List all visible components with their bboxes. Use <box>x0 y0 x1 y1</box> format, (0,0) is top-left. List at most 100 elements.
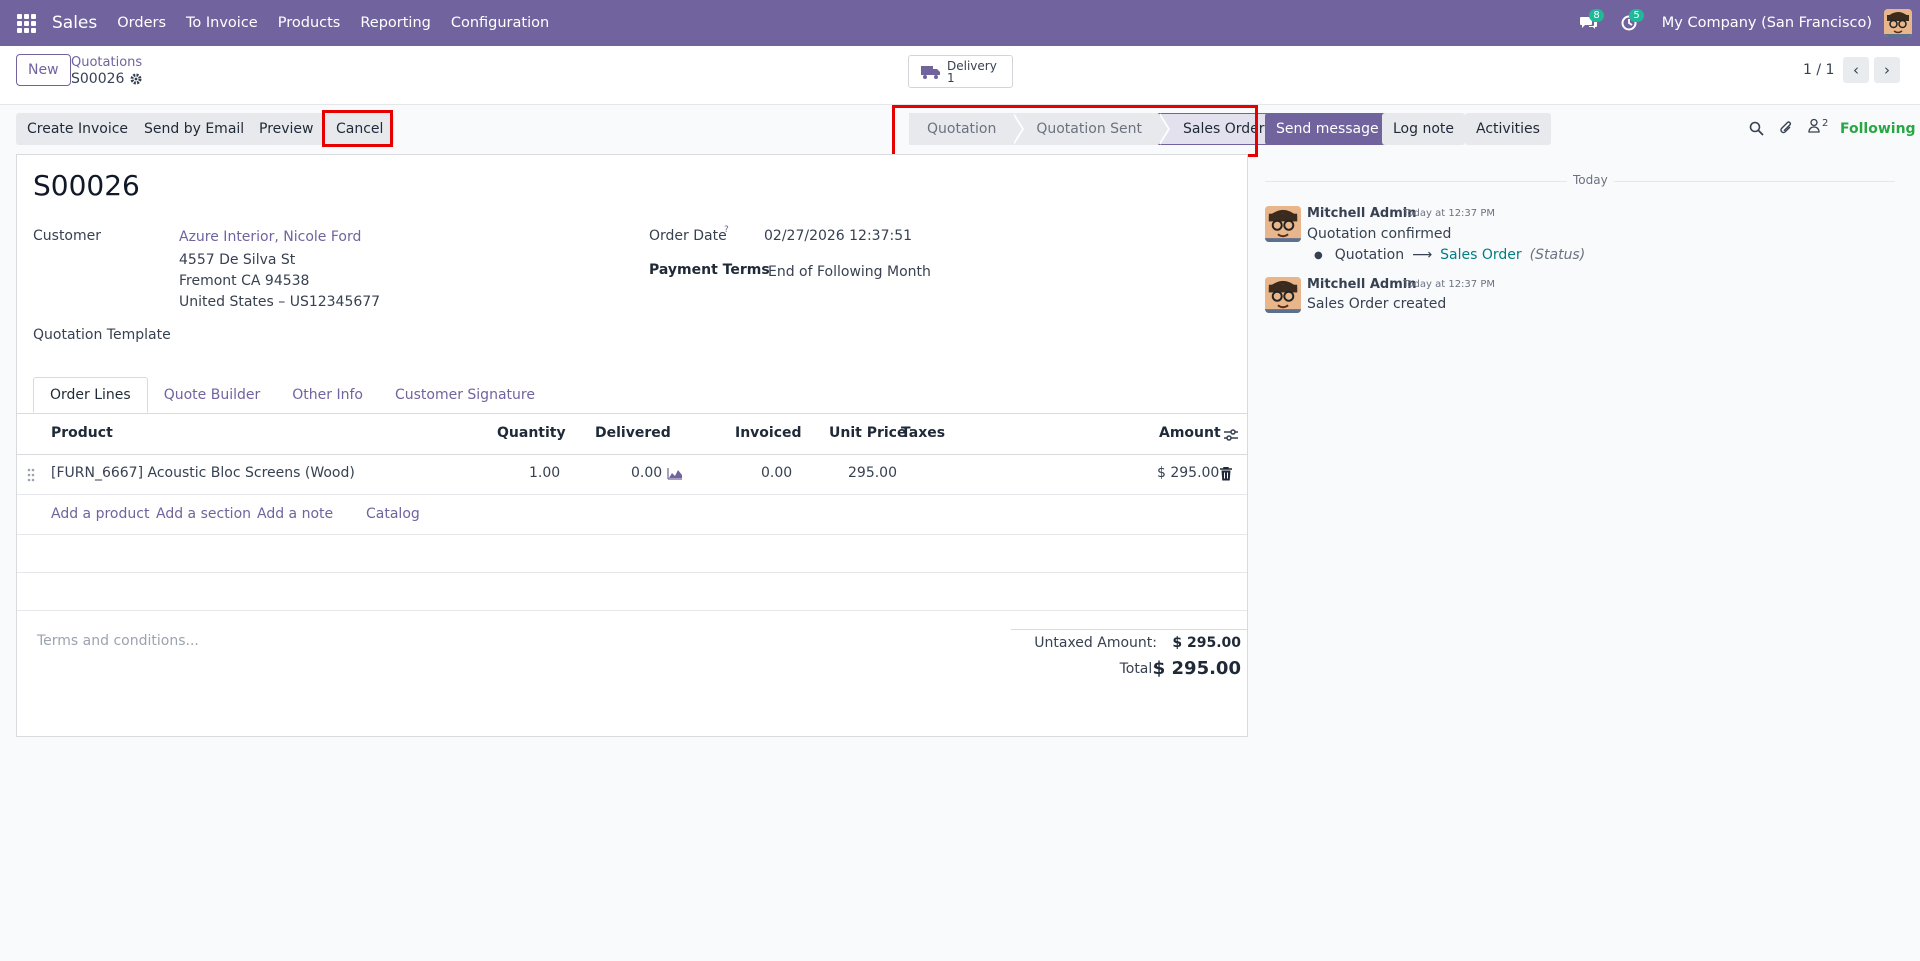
date-separator: Today <box>1567 173 1614 187</box>
order-date-label: Order Date <box>649 228 727 244</box>
create-invoice-button[interactable]: Create Invoice <box>16 113 140 145</box>
line-unit-price[interactable]: 295.00 <box>848 465 897 481</box>
search-icon[interactable] <box>1749 121 1764 136</box>
top-navbar: Sales Orders To Invoice Products Reporti… <box>0 0 1920 46</box>
order-date-value[interactable]: 02/27/2026 12:37:51 <box>764 228 912 244</box>
address-line-3: United States – US12345677 <box>179 294 381 310</box>
activities-button[interactable]: 5 <box>1612 0 1646 46</box>
col-amount[interactable]: Amount <box>1159 425 1221 441</box>
payment-terms-value[interactable]: End of Following Month <box>768 264 931 280</box>
optional-columns-icon[interactable] <box>1223 428 1239 442</box>
total-value: $ 295.00 <box>1152 658 1241 679</box>
user-avatar[interactable] <box>1884 9 1912 37</box>
send-message-button[interactable]: Send message <box>1265 113 1390 145</box>
col-delivered[interactable]: Delivered <box>595 425 671 441</box>
col-product[interactable]: Product <box>51 425 113 441</box>
apps-menu-icon[interactable] <box>0 0 52 46</box>
cancel-highlight-box <box>322 110 393 147</box>
message-author-avatar[interactable] <box>1265 277 1301 313</box>
pager-value[interactable]: 1 / 1 <box>1803 62 1834 78</box>
add-product-link[interactable]: Add a product <box>51 506 149 522</box>
customer-link[interactable]: Azure Interior, Nicole Ford <box>179 229 361 245</box>
tracking-value: ● Quotation ⟶ Sales Order (Status) <box>1314 247 1585 263</box>
message-author-avatar[interactable] <box>1265 206 1301 242</box>
arrow-right-icon: ⟶ <box>1412 247 1433 263</box>
catalog-link[interactable]: Catalog <box>366 506 420 522</box>
chevron-left-icon: ‹ <box>1853 61 1859 79</box>
company-switcher[interactable]: My Company (San Francisco) <box>1662 15 1872 31</box>
message-author[interactable]: Mitchell Admin <box>1307 206 1416 221</box>
send-by-email-button[interactable]: Send by Email <box>133 113 256 145</box>
order-title: S00026 <box>33 169 140 202</box>
message-time: Today at 12:37 PM <box>1403 208 1495 219</box>
menu-to-invoice[interactable]: To Invoice <box>186 15 258 31</box>
log-note-button[interactable]: Log note <box>1382 113 1465 145</box>
tracking-old-value: Quotation <box>1334 247 1405 263</box>
followers-button[interactable]: 2 <box>1808 118 1828 133</box>
menu-products[interactable]: Products <box>278 15 341 31</box>
header-divider <box>17 454 1247 455</box>
line-quantity[interactable]: 1.00 <box>529 465 560 481</box>
col-quantity[interactable]: Quantity <box>497 425 566 441</box>
activities-badge: 5 <box>1629 9 1644 22</box>
following-button[interactable]: Following <box>1840 121 1916 137</box>
menu-configuration[interactable]: Configuration <box>451 15 549 31</box>
user-icon <box>1808 118 1820 133</box>
totals-divider <box>1011 629 1247 630</box>
tracking-new-value: Sales Order <box>1440 247 1522 263</box>
message-body: Quotation confirmed <box>1307 226 1452 242</box>
order-date-help-icon[interactable]: ? <box>724 225 729 235</box>
delivery-label: Delivery <box>947 58 997 73</box>
tab-quote-builder[interactable]: Quote Builder <box>148 377 277 413</box>
messages-badge: 8 <box>1589 9 1604 22</box>
truck-icon <box>921 65 940 79</box>
payment-terms-label: Payment Terms <box>649 262 770 278</box>
add-section-link[interactable]: Add a section <box>156 506 251 522</box>
bullet: ● <box>1314 249 1323 261</box>
paperclip-icon[interactable] <box>1779 120 1793 136</box>
col-unit-price[interactable]: Unit Price <box>829 425 906 441</box>
breadcrumb-current: S00026 <box>71 71 142 87</box>
messages-button[interactable]: 8 <box>1572 0 1606 46</box>
new-button[interactable]: New <box>16 54 71 86</box>
gear-icon[interactable] <box>130 73 142 85</box>
drag-handle-icon[interactable] <box>27 468 35 482</box>
tab-order-lines[interactable]: Order Lines <box>33 377 148 413</box>
pager-previous-button[interactable]: ‹ <box>1843 57 1869 83</box>
address-line-1: 4557 De Silva St <box>179 252 296 268</box>
customer-label: Customer <box>33 228 102 244</box>
tab-customer-signature[interactable]: Customer Signature <box>379 377 551 413</box>
trash-icon[interactable] <box>1220 467 1232 481</box>
delivery-smart-button[interactable]: Delivery 1 <box>908 55 1013 88</box>
col-invoiced[interactable]: Invoiced <box>735 425 802 441</box>
tab-other-info[interactable]: Other Info <box>276 377 379 413</box>
activities-button-chatter[interactable]: Activities <box>1465 113 1551 145</box>
pager-next-button[interactable]: › <box>1874 57 1900 83</box>
add-note-link[interactable]: Add a note <box>257 506 333 522</box>
followers-count: 2 <box>1822 118 1829 129</box>
chevron-right-icon: › <box>1884 61 1890 79</box>
tracking-field-name: (Status) <box>1529 247 1586 263</box>
line-delivered: 0.00 <box>631 465 663 481</box>
breadcrumb-quotations[interactable]: Quotations <box>71 55 142 70</box>
terms-field[interactable]: Terms and conditions... <box>37 633 199 649</box>
address-line-2: Fremont CA 94538 <box>179 273 310 289</box>
form-sheet: S00026 Customer Azure Interior, Nicole F… <box>16 154 1248 737</box>
line-product[interactable]: [FURN_6667] Acoustic Bloc Screens (Wood) <box>51 465 355 481</box>
message-body: Sales Order created <box>1307 296 1447 312</box>
area-chart-icon[interactable] <box>667 467 683 480</box>
app-name[interactable]: Sales <box>52 13 97 33</box>
statusbar-highlight-box <box>892 105 1258 157</box>
message-author[interactable]: Mitchell Admin <box>1307 277 1416 292</box>
preview-button[interactable]: Preview <box>248 113 325 145</box>
col-taxes[interactable]: Taxes <box>901 425 945 441</box>
message-time: Today at 12:37 PM <box>1403 279 1495 290</box>
line-amount: $ 295.00 <box>1157 465 1220 481</box>
menu-reporting[interactable]: Reporting <box>360 15 431 31</box>
record-name: S00026 <box>71 71 125 87</box>
untaxed-value: $ 295.00 <box>1172 635 1241 651</box>
control-panel: New Quotations S00026 Delivery 1 1 / 1 ‹… <box>0 46 1920 105</box>
notebook-tabs: Order Lines Quote Builder Other Info Cus… <box>33 377 551 413</box>
tabs-divider <box>17 413 1247 414</box>
menu-orders[interactable]: Orders <box>117 15 166 31</box>
